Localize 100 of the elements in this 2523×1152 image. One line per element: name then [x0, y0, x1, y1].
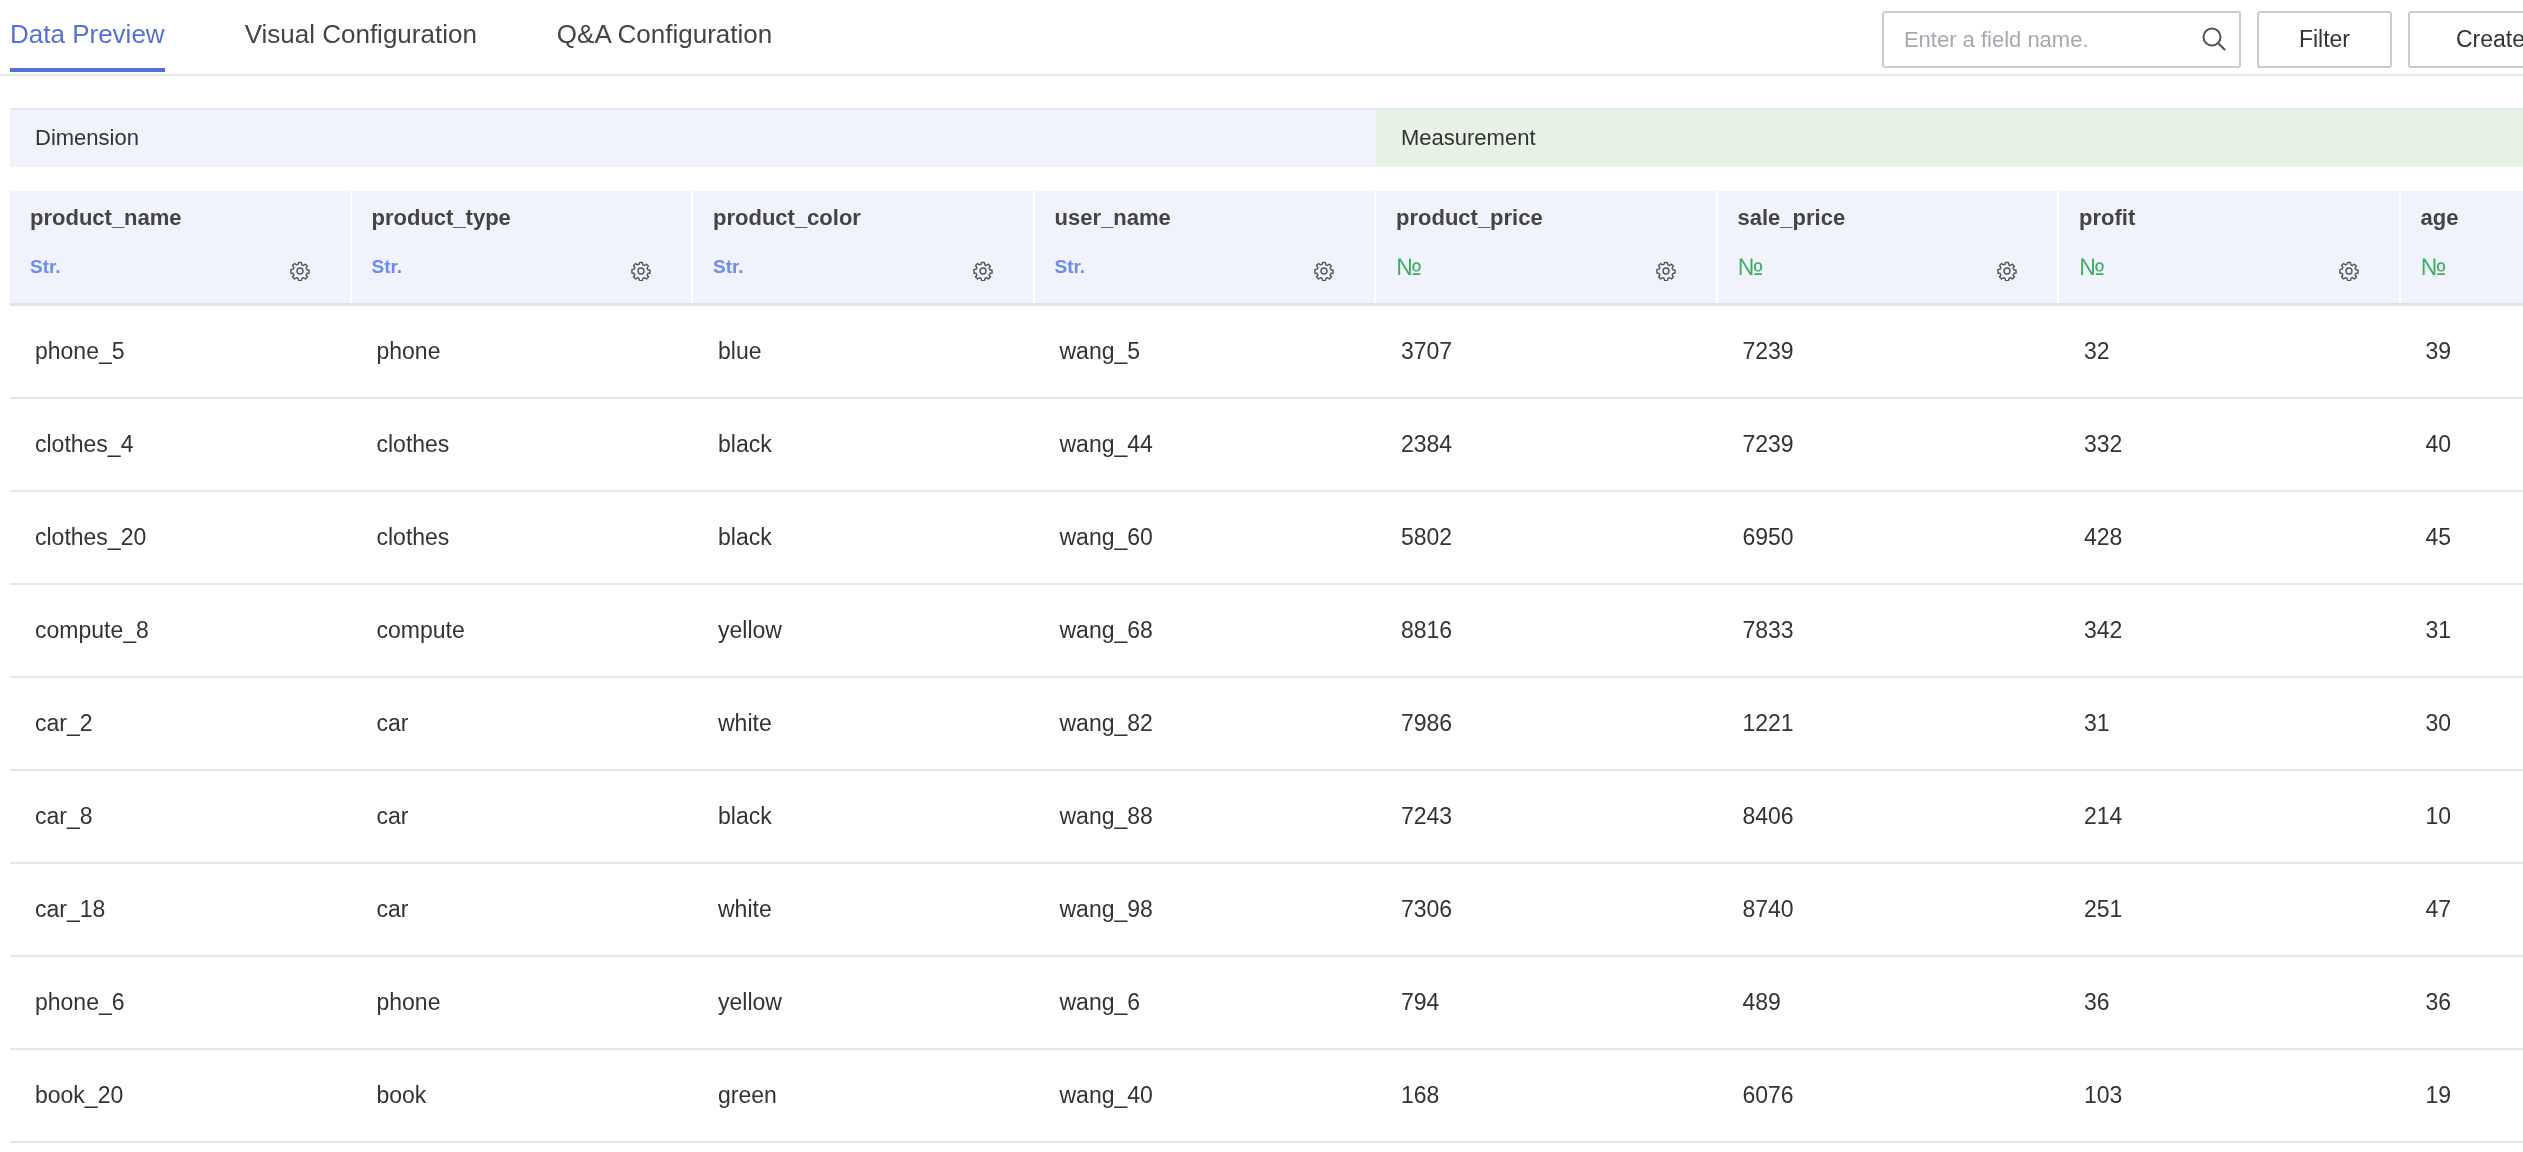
table-cell-text: 1221 — [1741, 710, 1795, 737]
column-name: product_color — [713, 205, 862, 231]
tab[interactable]: Q&A Configuration — [556, 0, 773, 72]
search-icon — [2200, 26, 2227, 52]
settings-icon[interactable] — [972, 261, 993, 281]
table-cell-text: black — [717, 803, 773, 830]
settings-icon[interactable] — [1655, 261, 1676, 281]
table-cell-text: compute_8 — [34, 617, 150, 644]
table-cell-text: 8740 — [1741, 896, 1795, 923]
table-cell-text: 36 — [2083, 989, 2111, 1016]
table-cell-text: 30 — [2424, 710, 2453, 737]
table-cell-text: 168 — [1400, 1082, 1441, 1109]
settings-icon[interactable] — [2338, 261, 2359, 281]
table-cell-text: car — [375, 710, 410, 737]
table-cell-text: wang_98 — [1058, 896, 1154, 923]
table-cell-text: 428 — [2083, 524, 2124, 551]
table-cell-text: 7986 — [1400, 710, 1454, 737]
table-cell-text: clothes — [375, 431, 451, 458]
table-cell-text: 32 — [2083, 338, 2111, 365]
table-cell-text: wang_68 — [1058, 617, 1154, 644]
table-cell-text: compute — [375, 617, 466, 644]
table-cell-text: clothes — [375, 524, 451, 551]
table-cell-text: 7243 — [1400, 803, 1454, 830]
table-cell-text: clothes_20 — [34, 524, 148, 551]
field-type-label: Str. — [713, 256, 744, 278]
column-name: age — [2420, 205, 2460, 231]
table-cell-text: phone — [375, 989, 442, 1016]
table-cell-text: white — [717, 896, 773, 923]
settings-icon[interactable] — [289, 261, 310, 281]
table-cell-text: 39 — [2424, 338, 2453, 365]
table-cell-text: car_8 — [34, 803, 94, 830]
table-cell-text: 36 — [2424, 989, 2453, 1016]
table-cell-text: wang_82 — [1058, 710, 1154, 737]
group-header: Measurement — [1376, 110, 2523, 167]
field-type-label: № — [2420, 253, 2447, 281]
column-name: sale_price — [1737, 205, 1847, 231]
table-cell-text: wang_44 — [1058, 431, 1154, 458]
table-cell-text: car — [375, 803, 410, 830]
table-cell-text: 19 — [2424, 1082, 2453, 1109]
table-cell-text: 3707 — [1400, 338, 1454, 365]
table-cell-text: wang_88 — [1058, 803, 1154, 830]
table-cell-text: 342 — [2083, 617, 2124, 644]
table-cell-text: 5802 — [1400, 524, 1454, 551]
table-cell-text: 251 — [2083, 896, 2124, 923]
table-cell-text: 7306 — [1400, 896, 1454, 923]
field-type-label: № — [2079, 253, 2105, 281]
toolbar-button[interactable]: Filter — [2256, 11, 2392, 68]
field-type-label: Str. — [30, 256, 61, 278]
table-cell-text: 31 — [2083, 710, 2111, 737]
table-cell-text: phone — [375, 338, 442, 365]
column-name: product_name — [30, 205, 183, 231]
table-cell-text: 2384 — [1400, 431, 1454, 458]
column-name: profit — [2079, 205, 2137, 231]
table-cell-text: 794 — [1400, 989, 1441, 1016]
settings-icon[interactable] — [1997, 261, 2017, 281]
table-cell-text: 103 — [2083, 1082, 2124, 1109]
table-cell-text: black — [717, 431, 773, 458]
tab[interactable]: Visual Configuration — [244, 0, 477, 72]
table-cell-text: white — [717, 710, 773, 737]
table-cell-text: book — [375, 1082, 428, 1109]
table-cell-text: 7833 — [1741, 617, 1795, 644]
search-field[interactable]: Enter a field name. — [1881, 11, 2241, 68]
table-cell-text: 8406 — [1741, 803, 1795, 830]
table-cell-text: 47 — [2424, 896, 2453, 923]
settings-icon[interactable] — [1314, 261, 1334, 281]
table-cell-text: wang_6 — [1058, 989, 1142, 1016]
settings-icon[interactable] — [631, 261, 651, 281]
table-cell-text: 214 — [2083, 803, 2124, 830]
table-cell-text: car_2 — [34, 710, 94, 737]
table-cell-text: 45 — [2424, 524, 2453, 551]
table-cell-text: blue — [717, 338, 763, 365]
group-header: Dimension — [10, 110, 1376, 167]
table-cell-text: 6076 — [1741, 1082, 1795, 1109]
table-cell-text: book_20 — [34, 1082, 125, 1109]
table-cell-text: green — [717, 1082, 778, 1109]
table-cell-text: black — [717, 524, 773, 551]
table-cell-text: wang_60 — [1058, 524, 1154, 551]
table-cell-text: 489 — [1741, 989, 1782, 1016]
column-name: product_price — [1396, 205, 1544, 231]
table-cell-text: yellow — [717, 989, 783, 1016]
table-cell-text: 10 — [2424, 803, 2453, 830]
table-cell-text: 7239 — [1741, 431, 1795, 458]
table-cell-text: phone_6 — [34, 989, 126, 1016]
table-cell-text: clothes_4 — [34, 431, 135, 458]
tab[interactable]: Data Preview — [10, 0, 165, 72]
column-name: user_name — [1054, 205, 1172, 231]
table-cell-text: 8816 — [1400, 617, 1454, 644]
field-type-label: Str. — [1054, 256, 1086, 278]
table-cell-text: wang_40 — [1058, 1082, 1154, 1109]
table-cell-text: yellow — [717, 617, 783, 644]
table-cell-text: car_18 — [34, 896, 107, 923]
table-cell-text: 7239 — [1741, 338, 1795, 365]
field-type-label: № — [1396, 253, 1422, 281]
field-type-label: № — [1737, 253, 1764, 281]
table-cell-text: 31 — [2424, 617, 2453, 644]
table-cell-text: 40 — [2424, 431, 2453, 458]
table-cell-text: 6950 — [1741, 524, 1795, 551]
table-cell-text: car — [375, 896, 410, 923]
table-cell-text: 332 — [2083, 431, 2124, 458]
table-cell-text: phone_5 — [34, 338, 126, 365]
